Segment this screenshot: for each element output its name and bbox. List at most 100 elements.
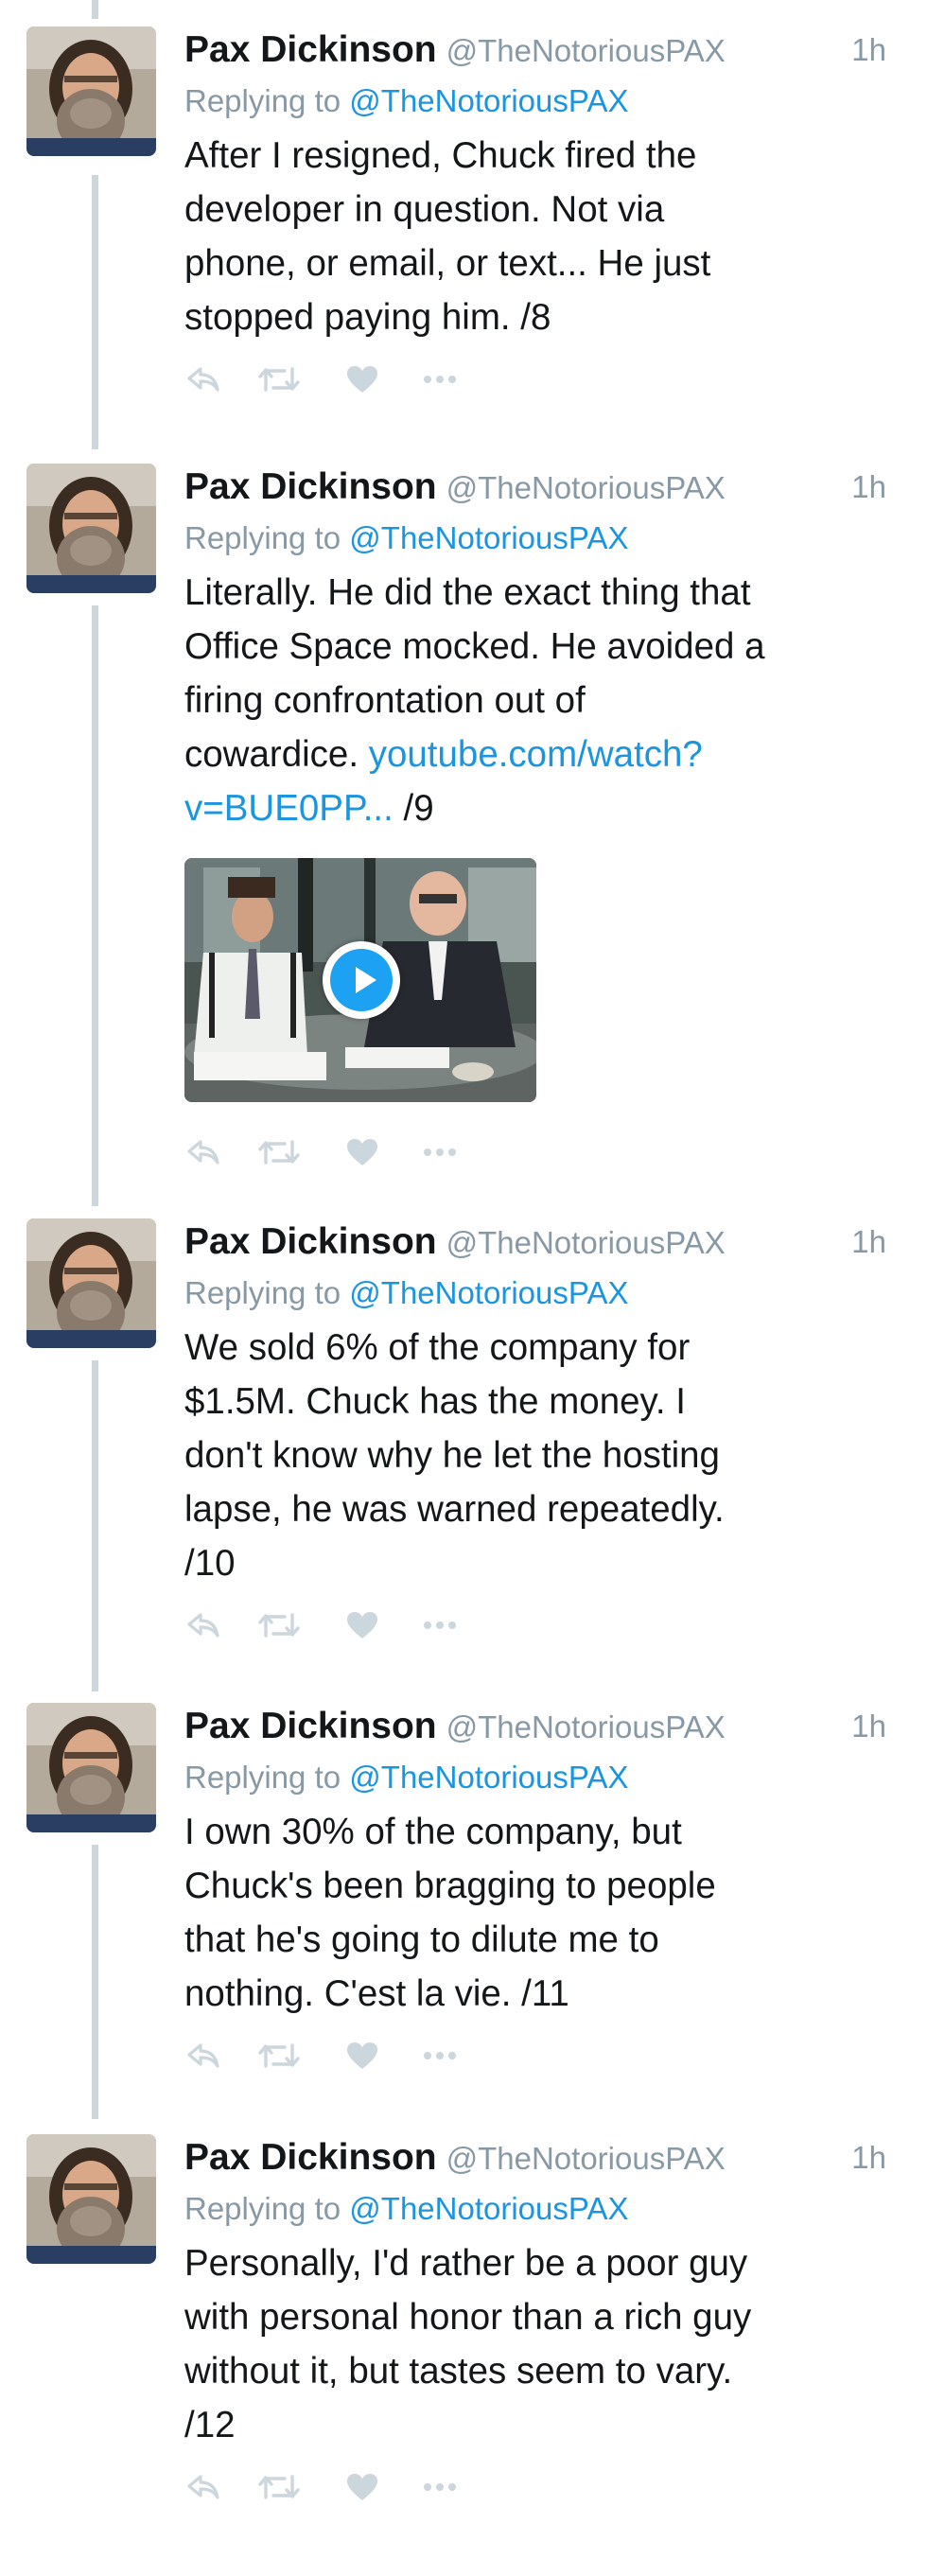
reply-icon [187,1140,219,1165]
replying-to: Replying to @TheNotoriousPAX [184,1266,903,1321]
more-button[interactable] [421,1129,459,1176]
retweet-icon [258,1613,300,1638]
like-button[interactable] [343,2032,381,2079]
author-handle[interactable]: @TheNotoriousPAX [446,33,726,68]
avatar[interactable] [26,464,156,593]
play-button[interactable] [323,941,400,1019]
reply-button[interactable] [184,356,222,403]
mention-link[interactable]: @TheNotoriousPAX [349,83,628,118]
replying-to-label: Replying to [184,83,341,118]
thread-line [92,1845,98,2119]
like-button[interactable] [343,1602,381,1649]
tweet-header: Pax Dickinson @TheNotoriousPAX 1h [184,464,903,511]
timestamp[interactable]: 1h [851,1703,886,1750]
heart-icon [347,1139,377,1165]
mention-link[interactable]: @TheNotoriousPAX [349,1275,628,1310]
author-handle[interactable]: @TheNotoriousPAX [446,2141,726,2176]
reply-button[interactable] [184,1129,222,1176]
action-bar [184,2032,903,2079]
tweet-text-content: After I resigned, Chuck fired the develo… [184,135,711,338]
avatar[interactable] [26,1703,156,1832]
tweet-text: Literally. He did the exact thing that O… [184,566,903,835]
replying-to: Replying to @TheNotoriousPAX [184,1750,903,1805]
retweet-button[interactable] [258,1129,300,1176]
like-button[interactable] [343,356,381,403]
tweet-header: Pax Dickinson @TheNotoriousPAX 1h [184,26,903,74]
like-button[interactable] [343,2463,381,2511]
action-bar [184,2463,903,2511]
more-button[interactable] [421,356,459,403]
reply-icon [187,1613,219,1638]
more-button[interactable] [421,2463,459,2511]
author-name[interactable]: Pax Dickinson [184,1221,437,1262]
replying-to-label: Replying to [184,520,341,555]
more-button[interactable] [421,2032,459,2079]
heart-icon [347,1612,377,1638]
tweet-text-content: We sold 6% of the company for $1.5M. Chu… [184,1327,725,1584]
reply-button[interactable] [184,2463,222,2511]
more-icon [424,1148,456,1156]
heart-icon [347,2474,377,2500]
retweet-icon [258,2475,300,2499]
more-icon [424,1621,456,1629]
author-name[interactable]: Pax Dickinson [184,2137,437,2178]
replying-to: Replying to @TheNotoriousPAX [184,2182,903,2236]
video-thumbnail[interactable] [184,858,536,1102]
replying-to: Replying to @TheNotoriousPAX [184,74,903,129]
retweet-button[interactable] [258,356,300,403]
more-icon [424,376,456,383]
thread-line [92,1360,98,1691]
author-handle[interactable]: @TheNotoriousPAX [446,470,726,505]
mention-link[interactable]: @TheNotoriousPAX [349,1760,628,1795]
mention-link[interactable]: @TheNotoriousPAX [349,520,628,555]
retweet-icon [258,2043,300,2068]
retweet-button[interactable] [258,1602,300,1649]
tweet-text-content: Personally, I'd rather be a poor guy wit… [184,2243,752,2445]
timestamp[interactable]: 1h [851,464,886,511]
more-button[interactable] [421,1602,459,1649]
action-bar [184,1129,903,1176]
tweet-text: Personally, I'd rather be a poor guy wit… [184,2236,903,2452]
author-name[interactable]: Pax Dickinson [184,1706,437,1746]
retweet-icon [258,1140,300,1165]
author-handle[interactable]: @TheNotoriousPAX [446,1709,726,1744]
reply-button[interactable] [184,1602,222,1649]
mention-link[interactable]: @TheNotoriousPAX [349,2191,628,2226]
thread-line [92,0,98,19]
like-button[interactable] [343,1129,381,1176]
reply-icon [187,2475,219,2499]
tweet-header: Pax Dickinson @TheNotoriousPAX 1h [184,1218,903,1266]
tweet-header: Pax Dickinson @TheNotoriousPAX 1h [184,2134,903,2182]
action-bar [184,356,903,403]
retweet-icon [258,367,300,392]
tweet-text: I own 30% of the company, but Chuck's be… [184,1805,903,2021]
tweet-header: Pax Dickinson @TheNotoriousPAX 1h [184,1703,903,1750]
thread-line [92,175,98,449]
author-name[interactable]: Pax Dickinson [184,29,437,70]
avatar[interactable] [26,2134,156,2264]
timestamp[interactable]: 1h [851,1218,886,1266]
author-handle[interactable]: @TheNotoriousPAX [446,1225,726,1260]
timestamp[interactable]: 1h [851,2134,886,2182]
action-bar [184,1602,903,1649]
avatar[interactable] [26,1218,156,1348]
replying-to-label: Replying to [184,2191,341,2226]
heart-icon [347,366,377,393]
reply-button[interactable] [184,2032,222,2079]
timestamp[interactable]: 1h [851,26,886,74]
author-name[interactable]: Pax Dickinson [184,466,437,507]
avatar[interactable] [26,26,156,156]
reply-icon [187,367,219,392]
replying-to: Replying to @TheNotoriousPAX [184,511,903,566]
replying-to-label: Replying to [184,1760,341,1795]
retweet-button[interactable] [258,2032,300,2079]
tweet-text: After I resigned, Chuck fired the develo… [184,129,903,344]
retweet-button[interactable] [258,2463,300,2511]
heart-icon [347,2042,377,2069]
play-icon [330,949,393,1011]
replying-to-label: Replying to [184,1275,341,1310]
reply-icon [187,2043,219,2068]
more-icon [424,2483,456,2491]
thread-line [92,605,98,1206]
more-icon [424,2052,456,2059]
